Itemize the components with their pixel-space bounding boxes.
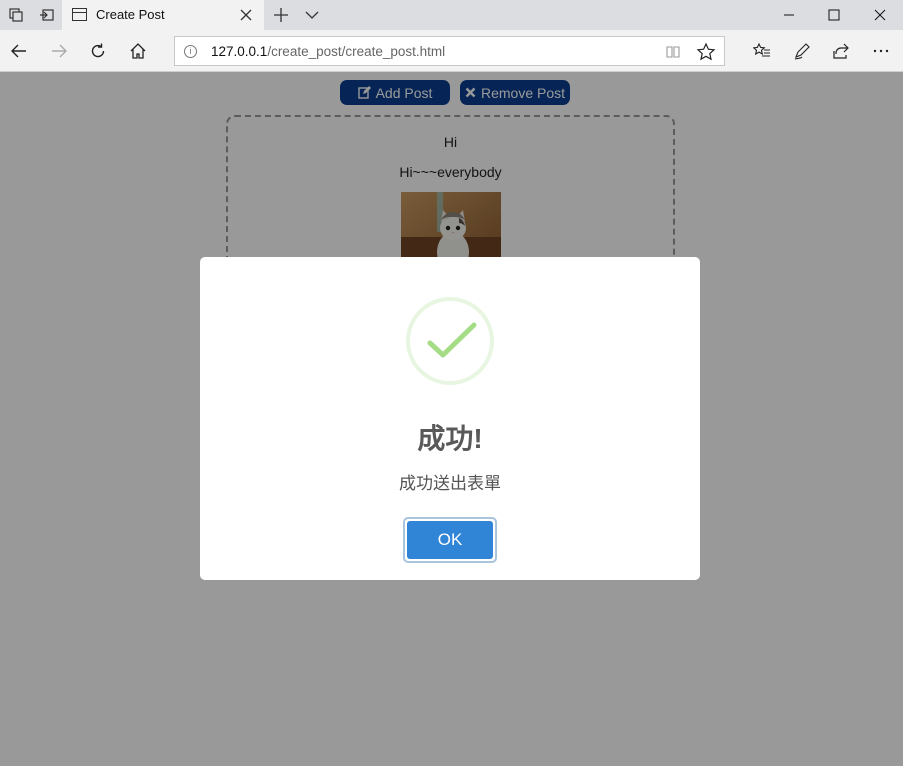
maximize-icon bbox=[828, 9, 840, 21]
ok-button[interactable]: OK bbox=[407, 521, 493, 559]
close-icon bbox=[874, 9, 886, 21]
tab-bar: Create Post bbox=[0, 0, 903, 30]
dialog-title: 成功! bbox=[417, 423, 483, 454]
back-button[interactable] bbox=[3, 35, 35, 67]
favorite-star-icon[interactable] bbox=[696, 42, 716, 62]
address-bar[interactable]: i 127.0.0.1/create_post/create_post.html bbox=[174, 36, 725, 66]
maximize-button[interactable] bbox=[811, 0, 857, 30]
tab-actions-glyph bbox=[9, 8, 23, 22]
home-button[interactable] bbox=[122, 35, 154, 67]
share-button[interactable] bbox=[825, 35, 857, 67]
tab-create-post[interactable]: Create Post bbox=[62, 0, 264, 30]
minimize-icon bbox=[784, 14, 794, 16]
tab-actions-icon[interactable] bbox=[0, 0, 32, 30]
set-aside-glyph bbox=[40, 9, 54, 21]
new-tab-icon[interactable] bbox=[265, 0, 297, 30]
forward-arrow-icon bbox=[52, 44, 67, 58]
page-icon bbox=[72, 8, 87, 21]
set-aside-tabs-icon[interactable] bbox=[31, 0, 63, 30]
favorites-hub-button[interactable] bbox=[746, 35, 778, 67]
success-dialog: 成功! 成功送出表單 OK bbox=[200, 257, 700, 580]
home-icon bbox=[130, 43, 146, 59]
site-info-icon[interactable]: i bbox=[184, 45, 197, 58]
refresh-button[interactable] bbox=[82, 35, 114, 67]
url-path: /create_post/create_post.html bbox=[267, 44, 446, 59]
chevron-down-glyph bbox=[305, 11, 319, 19]
plus-glyph bbox=[274, 8, 288, 22]
checkmark-glyph bbox=[427, 322, 477, 358]
navigation-bar: i 127.0.0.1/create_post/create_post.html bbox=[0, 30, 903, 72]
ok-button-focus-ring: OK bbox=[403, 517, 497, 563]
refresh-icon bbox=[91, 43, 105, 58]
web-note-button[interactable] bbox=[786, 35, 818, 67]
more-options-button[interactable] bbox=[865, 35, 897, 67]
minimize-button[interactable] bbox=[766, 0, 812, 30]
back-arrow-icon bbox=[11, 44, 26, 58]
close-tab-icon[interactable] bbox=[238, 7, 254, 23]
success-check-icon bbox=[406, 297, 494, 385]
url-text: 127.0.0.1/create_post/create_post.html bbox=[211, 44, 445, 59]
reading-view-icon[interactable] bbox=[665, 44, 681, 60]
tab-preview-chevron-icon[interactable] bbox=[296, 0, 328, 30]
more-dots-icon bbox=[873, 49, 889, 53]
favorites-list-icon bbox=[753, 42, 770, 57]
dialog-message: 成功送出表單 bbox=[399, 474, 501, 493]
forward-button[interactable] bbox=[43, 35, 75, 67]
share-icon bbox=[833, 43, 849, 59]
url-host: 127.0.0.1 bbox=[211, 44, 268, 59]
tab-title: Create Post bbox=[96, 7, 165, 22]
pen-icon bbox=[794, 43, 810, 60]
close-window-button[interactable] bbox=[857, 0, 903, 30]
